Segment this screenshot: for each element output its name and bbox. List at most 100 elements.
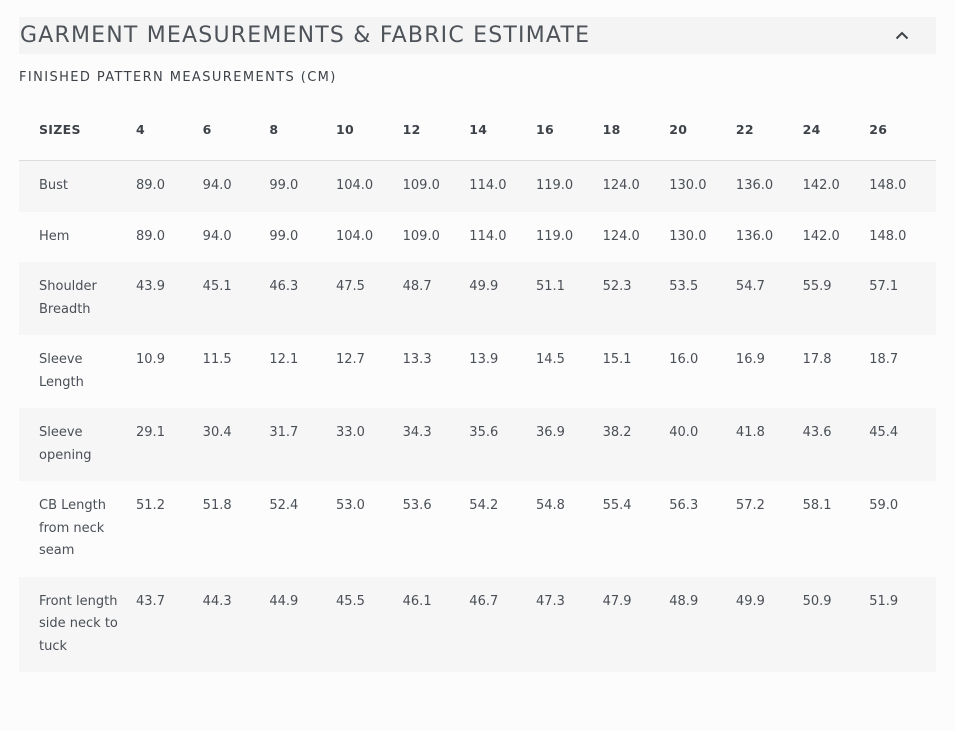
table-cell: 51.1 <box>535 279 565 294</box>
table-cell: 51.2 <box>136 498 165 513</box>
table-cell: 15.1 <box>602 352 632 367</box>
table-cell: 45.1 <box>202 279 232 294</box>
table-cell: 104.0 <box>335 178 374 193</box>
table-cell: 99.0 <box>269 178 299 193</box>
column-header: 6 <box>202 98 270 161</box>
table-cell: 45.4 <box>869 425 899 440</box>
table-cell: 94.0 <box>202 178 232 193</box>
table-cell: 47.9 <box>602 593 632 609</box>
column-header: 16 <box>535 98 603 161</box>
table-cell: 51.9 <box>869 593 899 609</box>
table-cell: 36.9 <box>535 425 565 440</box>
table-cell: 58.1 <box>802 498 832 513</box>
table-subtitle: FINISHED PATTERN MEASUREMENTS (CM) <box>19 70 337 85</box>
table-cell: 49.9 <box>469 279 499 294</box>
table-cell: 136.0 <box>735 178 774 193</box>
table-cell: 89.0 <box>136 178 165 193</box>
table-cell: 10.9 <box>136 352 165 367</box>
table-cell: 148.0 <box>869 228 907 244</box>
table-cell: 46.7 <box>469 593 499 609</box>
table-cell: 130.0 <box>669 228 707 244</box>
column-header: 8 <box>269 98 336 161</box>
table-cell: 29.1 <box>136 425 165 440</box>
table-cell: 11.5 <box>202 352 232 367</box>
table-cell: 13.3 <box>402 352 432 367</box>
table-cell: 109.0 <box>402 178 440 193</box>
section-header[interactable]: GARMENT MEASUREMENTS & FABRIC ESTIMATE <box>19 17 936 54</box>
table-row: Hem 89.0 94.0 99.0 104.0 109.0 114.0 119.0 124.0… <box>19 211 936 262</box>
table-cell: 45.5 <box>335 593 365 609</box>
table-cell: 99.0 <box>269 228 299 244</box>
table-cell: 13.9 <box>469 352 499 367</box>
table-cell: 47.5 <box>335 279 365 294</box>
table-row: Bust 89.0 94.0 99.0 104.0 109.0 114.0 119.0 124.… <box>19 160 936 212</box>
table-cell: 53.5 <box>669 279 699 294</box>
table-cell: 52.3 <box>602 279 632 294</box>
table-cell: 142.0 <box>802 228 840 244</box>
table-cell: 114.0 <box>469 228 507 244</box>
table-cell: 59.0 <box>869 498 899 513</box>
table-cell: 40.0 <box>669 425 699 440</box>
row-label: Sleeve Length <box>39 352 84 390</box>
row-label: Front length side neck to tuck <box>39 593 118 654</box>
column-header: 22 <box>735 98 803 161</box>
table-row: Sleeve opening 29.1 30.4 31.7 33.0 34.3 35.6 36… <box>19 408 936 481</box>
chevron-up-icon <box>895 31 909 40</box>
column-header: 10 <box>335 98 403 161</box>
table-cell: 17.8 <box>802 352 832 367</box>
table-cell: 55.9 <box>802 279 832 294</box>
row-label: CB Length from neck seam <box>39 498 106 558</box>
table-cell: 104.0 <box>335 228 374 244</box>
table-cell: 94.0 <box>202 228 232 244</box>
table-row: CB Length from neck seam 51.2 51.8 52.4 53.0… <box>19 481 936 577</box>
table-cell: 119.0 <box>535 178 574 193</box>
table-cell: 109.0 <box>402 228 440 244</box>
table-cell: 53.6 <box>402 498 432 513</box>
table-cell: 142.0 <box>802 178 840 193</box>
table-row: Sleeve Length 10.9 11.5 12.1 12.7 13.3 13.9 14.… <box>19 335 936 408</box>
table-cell: 43.6 <box>802 425 832 440</box>
table-cell: 16.0 <box>669 352 699 367</box>
table-cell: 114.0 <box>469 178 507 193</box>
table-cell: 31.7 <box>269 425 299 440</box>
table-cell: 52.4 <box>269 498 299 513</box>
table-header-row: SIZES 4 6 8 10 12 14 16 18 20 22 24 26 <box>19 98 936 161</box>
row-label: Sleeve opening <box>39 425 92 463</box>
table-cell: 124.0 <box>602 178 640 193</box>
table-cell: 38.2 <box>602 425 632 440</box>
table-cell: 124.0 <box>602 228 640 244</box>
table-cell: 47.3 <box>535 593 565 609</box>
table-row: Front length side neck to tuck 43.7 44.3 44… <box>19 576 936 672</box>
collapse-button[interactable] <box>882 17 922 54</box>
table-cell: 44.3 <box>202 593 232 609</box>
measurements-table: SIZES 4 6 8 10 12 14 16 18 20 22 24 26 B… <box>19 98 936 672</box>
table-cell: 46.3 <box>269 279 299 294</box>
table-cell: 89.0 <box>136 228 165 244</box>
table-cell: 43.9 <box>136 279 165 294</box>
column-header: 12 <box>402 98 470 161</box>
column-header: 14 <box>469 98 536 161</box>
table-cell: 14.5 <box>535 352 565 367</box>
section-title: GARMENT MEASUREMENTS & FABRIC ESTIMATE <box>20 23 591 48</box>
table-cell: 46.1 <box>402 593 432 609</box>
table-cell: 18.7 <box>869 352 899 367</box>
column-header: 4 <box>136 98 203 161</box>
table-cell: 57.2 <box>735 498 765 513</box>
table-cell: 12.7 <box>335 352 365 367</box>
table-cell: 12.1 <box>269 352 299 367</box>
column-header: 20 <box>669 98 736 161</box>
table-cell: 119.0 <box>535 228 574 244</box>
row-label: Shoulder Breadth <box>39 279 97 317</box>
table-cell: 54.8 <box>535 498 565 513</box>
table-cell: 136.0 <box>735 228 774 244</box>
table-cell: 30.4 <box>202 425 232 440</box>
table-cell: 55.4 <box>602 498 632 513</box>
column-header: 18 <box>602 98 670 161</box>
table-cell: 49.9 <box>735 593 765 609</box>
table-row: Shoulder Breadth 43.9 45.1 46.3 47.5 48.7 49.9… <box>19 262 936 335</box>
table-cell: 56.3 <box>669 498 699 513</box>
table-cell: 48.7 <box>402 279 432 294</box>
column-header: 24 <box>802 98 870 161</box>
row-label: Bust <box>39 178 69 193</box>
table-cell: 16.9 <box>735 352 765 367</box>
